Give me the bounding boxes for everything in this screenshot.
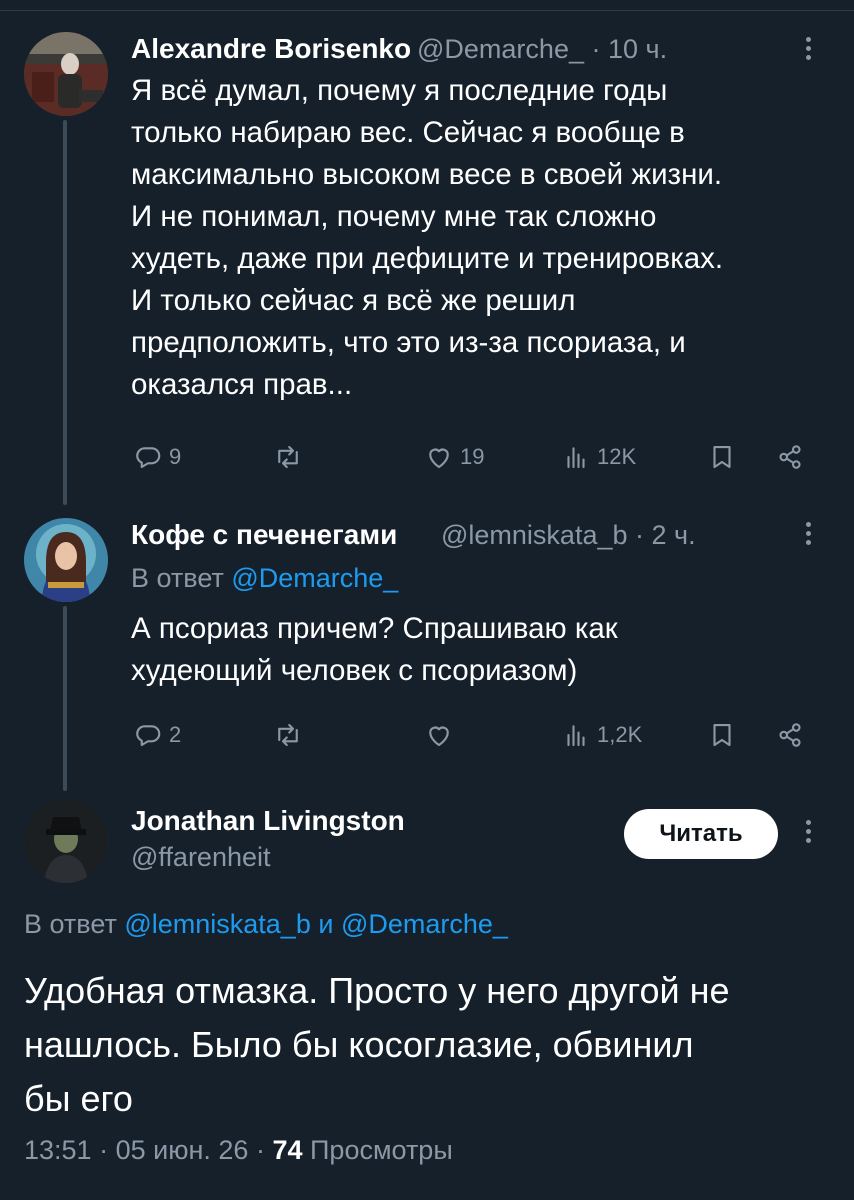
reply-button[interactable]: 9 bbox=[133, 442, 181, 472]
text-line: И только сейчас я всё же решил bbox=[131, 284, 576, 317]
text-line: А псориаз причем? Спрашиваю как bbox=[131, 612, 618, 645]
mention-link[interactable]: @lemniskata_b bbox=[124, 909, 311, 939]
author-name[interactable]: Jonathan Livingston bbox=[131, 805, 405, 837]
reply-context: В ответ @Demarche_ bbox=[131, 563, 398, 594]
tweet-text: Я всё думал, почему я последние годы тол… bbox=[131, 70, 723, 406]
mention-link[interactable]: @Demarche_ bbox=[341, 909, 508, 939]
reply-icon bbox=[136, 725, 161, 747]
like-icon bbox=[429, 448, 449, 469]
reply-context: В ответ @lemniskata_b и @Demarche_ bbox=[24, 909, 508, 940]
mention-link[interactable]: @Demarche_ bbox=[231, 563, 398, 593]
views-icon bbox=[567, 725, 585, 747]
views-count: 1,2K bbox=[597, 722, 643, 747]
tweet-meta: @Demarche_ · 10 ч. bbox=[417, 34, 667, 65]
separator: · bbox=[591, 34, 601, 64]
views-icon bbox=[567, 447, 585, 469]
share-icon bbox=[779, 723, 801, 747]
avatar[interactable] bbox=[24, 32, 108, 116]
text-line: И не понимал, почему мне так сложно bbox=[131, 200, 657, 233]
author-name[interactable]: Кофе с печенегами bbox=[131, 519, 397, 551]
text-line: только набираю вес. Сейчас я вообще в bbox=[131, 116, 685, 149]
author-handle[interactable]: @Demarche_ bbox=[417, 34, 584, 64]
reply-prefix: В ответ bbox=[131, 563, 224, 593]
retweet-button[interactable] bbox=[273, 442, 309, 472]
views-button[interactable]: 1,2K bbox=[561, 720, 642, 750]
views-button[interactable]: 12K bbox=[561, 442, 636, 472]
views-count: 12K bbox=[597, 444, 637, 469]
avatar[interactable] bbox=[24, 518, 108, 602]
text-line: оказался прав... bbox=[131, 368, 353, 401]
avatar-image bbox=[24, 518, 108, 602]
text-line: худеющий человек с псориазом) bbox=[131, 654, 578, 687]
reply-prefix: В ответ bbox=[24, 909, 117, 939]
author-handle[interactable]: @ffarenheit bbox=[131, 842, 271, 873]
like-button[interactable]: 19 bbox=[424, 442, 484, 472]
top-divider bbox=[0, 10, 854, 11]
avatar[interactable] bbox=[24, 799, 108, 883]
share-icon bbox=[779, 445, 801, 469]
share-button[interactable] bbox=[775, 720, 805, 750]
like-count: 19 bbox=[460, 444, 485, 469]
reply-button[interactable]: 2 bbox=[133, 720, 181, 750]
timestamp[interactable]: 10 ч. bbox=[608, 34, 667, 64]
reply-conjunction: и bbox=[318, 909, 334, 939]
text-line: Я всё думал, почему я последние годы bbox=[131, 74, 668, 107]
more-icon[interactable] bbox=[806, 37, 812, 64]
avatar-image bbox=[24, 32, 108, 116]
post-time[interactable]: 13:51 bbox=[24, 1135, 92, 1165]
author-handle[interactable]: @lemniskata_b bbox=[441, 520, 628, 550]
share-button[interactable] bbox=[775, 442, 805, 472]
views-count: 74 bbox=[272, 1135, 303, 1165]
bookmark-icon bbox=[713, 445, 731, 469]
tweet-meta: @lemniskata_b · 2 ч. bbox=[441, 520, 696, 551]
text-line: максимально высоком весе в своей жизни. bbox=[131, 158, 723, 191]
text-line: бы его bbox=[24, 1078, 133, 1119]
retweet-icon bbox=[278, 723, 298, 747]
tweet-text: А псориаз причем? Спрашиваю как худеющий… bbox=[131, 608, 618, 692]
bookmark-icon bbox=[713, 723, 731, 747]
bookmark-button[interactable] bbox=[707, 720, 737, 750]
views-label: Просмотры bbox=[310, 1135, 453, 1165]
text-line: предположить, что это из-за псориаза, и bbox=[131, 326, 686, 359]
post-date[interactable]: 05 июн. 26 bbox=[116, 1135, 249, 1165]
tweet-footer: 13:51 · 05 июн. 26 · 74 Просмотры bbox=[24, 1135, 453, 1166]
timestamp[interactable]: 2 ч. bbox=[652, 520, 696, 550]
like-button[interactable] bbox=[424, 720, 460, 750]
separator: · bbox=[255, 1135, 265, 1165]
reply-icon bbox=[136, 447, 161, 469]
retweet-button[interactable] bbox=[273, 720, 309, 750]
text-line: Удобная отмазка. Просто у него другой не bbox=[24, 970, 730, 1011]
reply-count: 2 bbox=[169, 722, 182, 747]
more-icon[interactable] bbox=[806, 820, 812, 847]
like-icon bbox=[429, 726, 449, 747]
author-name[interactable]: Alexandre Borisenko bbox=[131, 33, 411, 65]
tweet-text: Удобная отмазка. Просто у него другой не… bbox=[24, 964, 730, 1126]
text-line: худеть, даже при дефиците и тренировках. bbox=[131, 242, 724, 275]
separator: · bbox=[635, 520, 645, 550]
avatar-image bbox=[24, 799, 108, 883]
retweet-icon bbox=[278, 445, 298, 469]
thread-connector bbox=[63, 120, 67, 505]
more-icon[interactable] bbox=[806, 522, 812, 549]
reply-count: 9 bbox=[169, 444, 182, 469]
follow-button[interactable]: Читать bbox=[624, 809, 778, 859]
thread-connector bbox=[63, 606, 67, 791]
bookmark-button[interactable] bbox=[707, 442, 737, 472]
separator: · bbox=[99, 1135, 109, 1165]
text-line: нашлось. Было бы косоглазие, обвинил bbox=[24, 1024, 694, 1065]
